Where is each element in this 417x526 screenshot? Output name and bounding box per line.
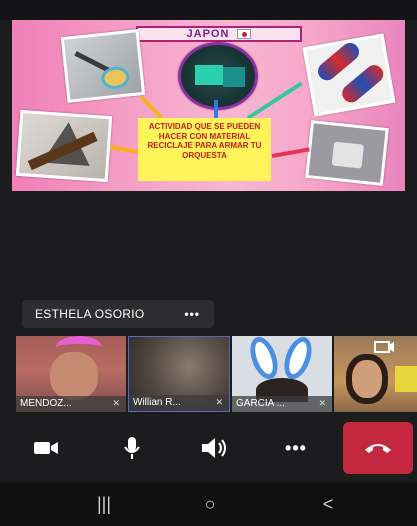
switch-camera-icon[interactable] xyxy=(373,340,395,356)
mic-off-icon: ✕ xyxy=(318,398,326,408)
participant-tile[interactable]: MENDOZ... ✕ xyxy=(16,336,126,412)
video-camera-button[interactable] xyxy=(14,422,78,474)
video-camera-icon xyxy=(34,442,58,454)
participant-tile[interactable]: Willian R... ✕ xyxy=(128,336,230,412)
speaker-icon xyxy=(202,438,226,458)
participant-name: GARCIA ... xyxy=(232,396,332,412)
call-controls: ••• xyxy=(0,418,417,478)
participant-tile[interactable]: GARCIA ... ✕ xyxy=(232,336,332,412)
presenter-more-button[interactable]: ••• xyxy=(184,300,200,328)
self-video-tile[interactable] xyxy=(334,336,417,412)
mic-off-icon: ✕ xyxy=(112,398,120,408)
mic-off-icon: ✕ xyxy=(215,397,223,407)
slide-title-text: JAPON xyxy=(186,28,230,40)
participant-strip[interactable]: MENDOZ... ✕ Willian R... ✕ GARCIA ... ✕ xyxy=(0,336,417,412)
guitar-photo xyxy=(60,29,146,103)
arrow-right xyxy=(271,147,310,158)
participant-name: Willian R... xyxy=(129,395,229,411)
bottle-maracas-photo xyxy=(302,33,396,117)
slide-title: JAPON xyxy=(136,26,302,42)
presenter-name: ESTHELA OSORIO xyxy=(35,307,145,321)
presenter-name-chip[interactable]: ESTHELA OSORIO ••• xyxy=(22,300,214,328)
back-button[interactable]: < xyxy=(298,482,358,526)
microphone-button[interactable] xyxy=(100,422,164,474)
more-options-button[interactable]: ••• xyxy=(264,422,328,474)
arrow-left xyxy=(109,145,140,155)
microphone-icon xyxy=(124,437,140,459)
participant-name: MENDOZ... xyxy=(16,396,126,412)
arrow-up-left xyxy=(139,95,164,120)
hang-up-button[interactable] xyxy=(343,422,413,474)
triangle-photo xyxy=(15,109,113,183)
arrow-up xyxy=(214,100,218,118)
home-button[interactable]: ○ xyxy=(180,482,240,526)
teams-meeting-screen: JAPON ACTIVIDAD QUE SE PUEDEN HACER CON … xyxy=(0,0,417,526)
shaker-photo xyxy=(305,120,389,186)
status-bar xyxy=(0,0,417,20)
speaker-button[interactable] xyxy=(182,422,246,474)
hang-up-icon xyxy=(365,444,391,453)
shared-screen-content[interactable]: JAPON ACTIVIDAD QUE SE PUEDEN HACER CON … xyxy=(12,20,405,191)
drum-photo xyxy=(178,42,258,110)
japan-flag-icon xyxy=(237,29,252,40)
system-navigation-bar: ||| ○ < xyxy=(0,482,417,526)
slide-caption: ACTIVIDAD QUE SE PUEDEN HACER CON MATERI… xyxy=(138,118,271,181)
recents-button[interactable]: ||| xyxy=(74,482,134,526)
